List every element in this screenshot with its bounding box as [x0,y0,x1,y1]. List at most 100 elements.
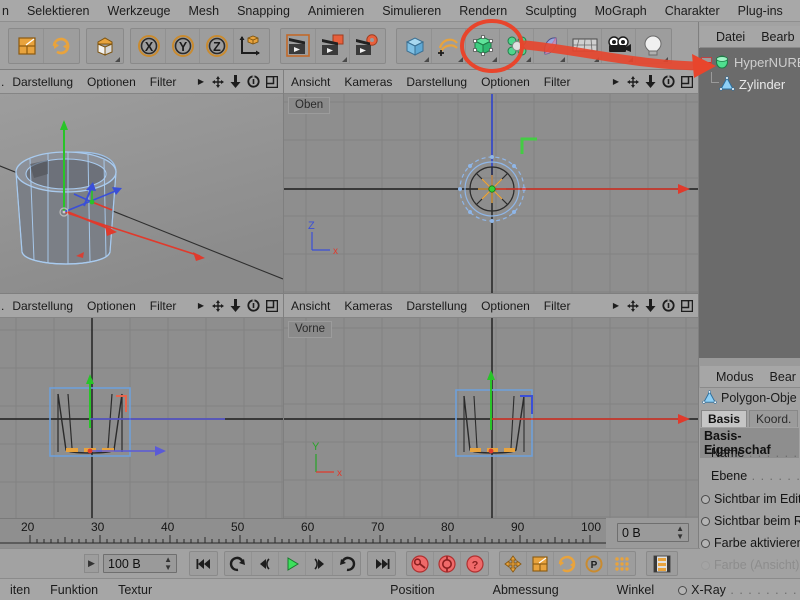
attribute-property-name[interactable]: Name . . . . . . . . [711,446,800,460]
current-frame-field[interactable]: 0 B ▲ ▼ [617,523,689,542]
add-modeling-object-button[interactable] [500,28,534,63]
radio-icon[interactable] [678,585,688,595]
next-keyframe-button[interactable] [333,552,360,575]
viewport-top-menu-ansicht[interactable]: Ansicht [284,70,337,94]
autokeying-button[interactable] [434,552,461,575]
live-selection-button[interactable] [88,29,122,63]
viewport-front-menu-filter[interactable]: Filter [537,294,578,318]
dolly-view-icon[interactable] [230,75,241,88]
viewport-right-menu-filter[interactable]: Filter [143,294,184,318]
viewport-menu-overflow-icon[interactable]: ▶ [613,77,619,86]
object-manager-zylinder-row[interactable]: Zylinder [719,74,785,94]
object-name-zylinder[interactable]: Zylinder [739,77,785,92]
object-name-hypernurbs[interactable]: HyperNURBS [734,55,800,70]
viewport-perspective-menu-optionen[interactable]: Optionen [80,70,143,94]
record-active-objects-button[interactable] [407,552,434,575]
attribute-property-x-ray-overflow[interactable]: X-Ray . . . . . . . . . [670,579,800,600]
radio-icon[interactable] [701,561,710,570]
attribute-tab-basis[interactable]: Basis [701,410,748,427]
spinner-icon[interactable]: ▲ ▼ [676,524,684,541]
viewport-front[interactable]: Y x Vorne [284,318,698,518]
add-deformer-button[interactable] [534,28,568,63]
viewport-splitter-horizontal[interactable] [0,293,698,294]
dolly-view-icon[interactable] [645,299,656,312]
viewport-menu-overflow-icon[interactable]: ▶ [198,301,204,310]
menu-mesh[interactable]: Mesh [180,0,229,22]
move-view-icon[interactable] [212,299,224,312]
dolly-view-icon[interactable] [645,75,656,88]
menu-sculpting[interactable]: Sculpting [516,0,585,22]
undo-button[interactable] [10,28,44,63]
viewport-front-menu-ansicht[interactable]: Ansicht [284,294,337,318]
move-view-icon[interactable] [627,299,639,312]
statusbar-item-iten[interactable]: iten [0,579,40,600]
attribute-property-ebene[interactable]: Ebene . . . . . . . . [711,469,800,483]
menu-skript[interactable]: Skript [792,0,800,22]
radio-icon[interactable] [701,517,710,526]
add-environment-button[interactable] [568,28,602,63]
timeline-ruler[interactable]: 20 30 40 50 60 70 80 90 100 [0,518,606,548]
menu-werkzeuge[interactable]: Werkzeuge [99,0,180,22]
spinner-icon[interactable]: ▲ ▼ [164,555,172,572]
statusbar-item-funktion[interactable]: Funktion [40,579,108,600]
viewport-splitter-vertical[interactable] [283,70,284,518]
viewport-top-menu-filter[interactable]: Filter [537,70,578,94]
menu-mograph[interactable]: MoGraph [586,0,656,22]
render-settings-button[interactable] [350,29,384,63]
viewport-right-menu-optionen[interactable]: Optionen [80,294,143,318]
rotate-view-icon[interactable] [247,299,260,312]
maximize-view-icon[interactable] [266,299,278,312]
attribute-property-farbe-ansicht-[interactable]: Farbe (Ansicht) [701,558,799,572]
rotate-view-icon[interactable] [662,299,675,312]
attribute-manager-menu-bear[interactable]: Bear [762,366,800,388]
attribute-property-sichtbar-im-edit[interactable]: Sichtbar im Edit [701,492,800,506]
go-to-end-button[interactable] [368,552,395,575]
lock-y-button[interactable]: Y [166,28,200,63]
timeline-collapse-arrow-icon[interactable]: ▶ [84,554,99,573]
lock-z-button[interactable]: Z [200,28,234,63]
viewport-top-menu-darstellung[interactable]: Darstellung [399,70,474,94]
attribute-manager-menu-modus[interactable]: Modus [708,366,762,388]
dolly-view-icon[interactable] [230,299,241,312]
viewport-front-menu-darstellung[interactable]: Darstellung [399,294,474,318]
render-view-button[interactable] [282,28,316,63]
menu-truncated[interactable]: n [0,0,18,22]
attribute-property-sichtbar-beim-r[interactable]: Sichtbar beim R [701,514,800,528]
keyframe-selection-button[interactable]: ? [461,552,488,575]
statusbar-item-textur[interactable]: Textur [108,579,162,600]
parameter-key-button[interactable] [608,552,635,575]
world-object-coordinates-button[interactable] [234,29,268,63]
viewport-menu-overflow-icon[interactable]: ▶ [613,301,619,310]
scale-key-button[interactable] [527,552,554,575]
menu-plugins[interactable]: Plug-ins [729,0,792,22]
viewport-top[interactable]: Z x Oben [284,94,698,294]
menu-animieren[interactable]: Animieren [299,0,373,22]
render-to-picture-viewer-button[interactable] [316,28,350,63]
viewport-front-menu-kameras[interactable]: Kameras [337,294,399,318]
viewport-top-menu-optionen[interactable]: Optionen [474,70,537,94]
rotate-view-icon[interactable] [247,75,260,88]
maximize-view-icon[interactable] [681,75,693,88]
timeline-button[interactable] [647,552,677,575]
attribute-property-farbe-aktivieren[interactable]: Farbe aktivieren [701,536,800,550]
move-view-icon[interactable] [627,75,639,88]
viewport-perspective[interactable] [0,94,283,294]
end-frame-field[interactable]: 100 B ▲ ▼ [103,554,177,573]
viewport-front-menu-optionen[interactable]: Optionen [474,294,537,318]
attribute-manager-panel[interactable]: Polygon-Obje BasisKoord.F Basis-Eigensch… [699,388,800,594]
position-key-button[interactable] [500,552,527,575]
viewport-perspective-menu-filter[interactable]: Filter [143,70,184,94]
viewport-right[interactable] [0,318,283,518]
menu-selektieren[interactable]: Selektieren [18,0,99,22]
rotation-key-button[interactable] [554,552,581,575]
maximize-view-icon[interactable] [266,75,278,88]
viewport-right-menu-darstellung[interactable]: Darstellung [5,294,80,318]
lock-x-button[interactable]: X [132,28,166,63]
viewport-menu-overflow-icon[interactable]: ▶ [198,77,204,86]
point-level-animation-button[interactable]: P [581,552,608,575]
add-spline-button[interactable] [432,28,466,63]
add-cube-button[interactable] [398,28,432,63]
add-hypernurbs-button[interactable] [466,28,500,63]
viewport-perspective-menu-darstellung[interactable]: Darstellung [5,70,80,94]
viewport-top-menu-kameras[interactable]: Kameras [337,70,399,94]
